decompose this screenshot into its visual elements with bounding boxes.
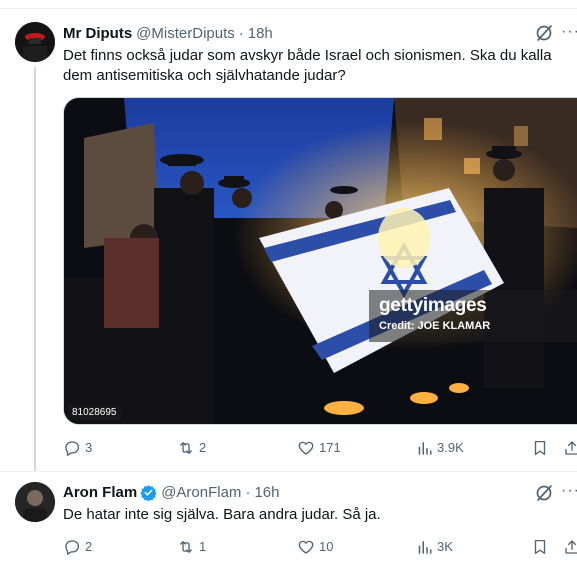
reply-icon	[65, 441, 80, 456]
retweet-count: 2	[199, 440, 207, 455]
tweet-header: Aron Flam @AronFlam · 16h	[63, 482, 279, 502]
tweet[interactable]: Aron Flam @AronFlam · 16h ··· De hatar i…	[0, 472, 577, 562]
reply-count: 3	[85, 440, 93, 455]
top-border	[0, 0, 577, 9]
tweet-actions: 2 1 10 3K	[63, 537, 577, 557]
like-button[interactable]: 10	[297, 537, 333, 557]
tweet-text: Det finns också judar som avskyr både Is…	[63, 47, 552, 84]
avatar[interactable]	[15, 482, 55, 522]
author-handle[interactable]: @AronFlam	[161, 484, 241, 501]
like-icon	[298, 441, 314, 455]
tweet-actions: 3 2 171 3.9K	[63, 438, 577, 458]
tweet-text: De hatar inte sig själva. Bara andra jud…	[63, 506, 381, 523]
grok-icon[interactable]	[534, 23, 554, 43]
verified-icon[interactable]	[140, 484, 157, 501]
more-icon[interactable]: ···	[561, 23, 577, 41]
reply-icon	[65, 540, 80, 555]
grok-icon[interactable]	[534, 483, 554, 503]
like-icon	[298, 540, 314, 554]
retweet-icon	[180, 541, 192, 553]
author-name[interactable]: Mr Diputs	[63, 25, 132, 42]
retweet-button[interactable]: 1	[177, 537, 206, 557]
view-count: 3K	[437, 539, 453, 554]
share-icon	[565, 441, 577, 455]
bookmark-button[interactable]	[531, 438, 553, 458]
reply-count: 2	[85, 539, 93, 554]
share-button[interactable]	[563, 438, 577, 458]
tweet-photo[interactable]: gettyimages Credit: JOE KLAMAR 81028695	[63, 97, 577, 425]
bookmark-icon	[534, 440, 546, 456]
view-count: 3.9K	[437, 440, 464, 455]
views-icon	[418, 442, 432, 455]
like-count: 10	[319, 539, 334, 554]
share-icon	[565, 540, 577, 554]
views-icon	[418, 541, 432, 554]
like-count: 171	[319, 440, 341, 455]
author-name[interactable]: Aron Flam	[63, 484, 137, 501]
retweet-button[interactable]: 2	[177, 438, 206, 458]
timestamp[interactable]: 16h	[254, 484, 279, 501]
thread-line	[34, 67, 36, 472]
more-icon[interactable]: ···	[561, 482, 577, 500]
photo-scene	[64, 98, 577, 424]
separator-dot: ·	[238, 24, 244, 42]
reply-button[interactable]: 3	[63, 438, 92, 458]
watermark-credit: Credit: JOE KLAMAR	[379, 320, 491, 332]
tweet-header: Mr Diputs @MisterDiputs · 18h	[63, 23, 273, 43]
image-id-label: 81028695	[68, 405, 121, 420]
retweet-count: 1	[199, 539, 207, 554]
bookmark-button[interactable]	[531, 537, 553, 557]
author-handle[interactable]: @MisterDiputs	[136, 25, 235, 42]
views-button[interactable]: 3.9K	[415, 438, 464, 458]
retweet-icon	[180, 442, 192, 454]
timestamp[interactable]: 18h	[248, 25, 273, 42]
separator-dot: ·	[245, 483, 251, 501]
views-button[interactable]: 3K	[415, 537, 453, 557]
tweet[interactable]: Mr Diputs @MisterDiputs · 18h ··· Det fi…	[0, 10, 577, 472]
avatar[interactable]	[15, 22, 55, 62]
share-button[interactable]	[563, 537, 577, 557]
watermark-logo: gettyimages	[379, 295, 487, 316]
bookmark-icon	[534, 539, 546, 555]
reply-button[interactable]: 2	[63, 537, 92, 557]
like-button[interactable]: 171	[297, 438, 341, 458]
